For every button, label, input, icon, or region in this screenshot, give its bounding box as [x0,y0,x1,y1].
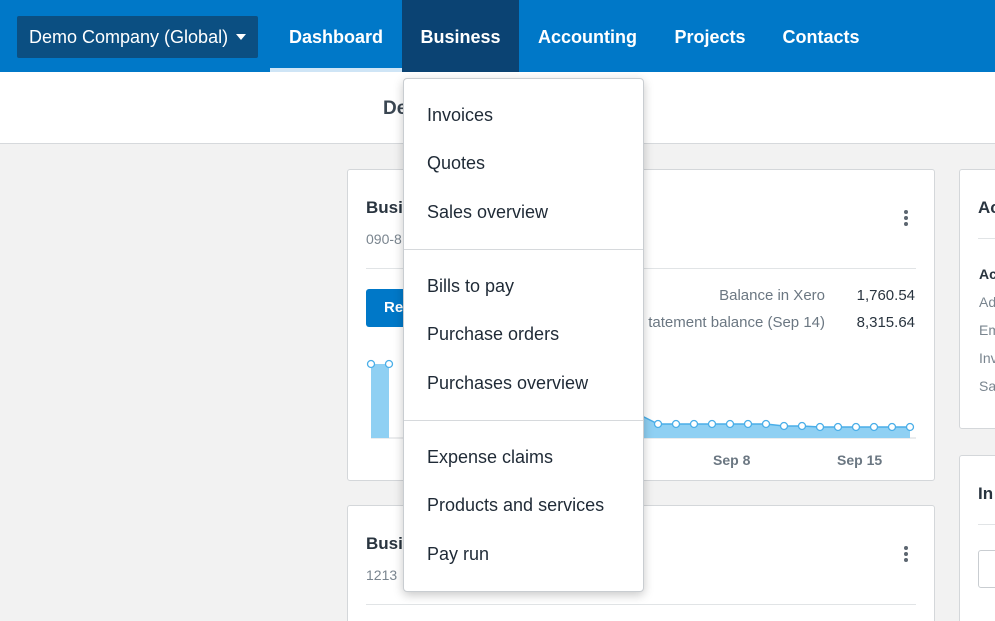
section-heading: Ac [979,266,995,282]
chart-point [851,422,861,432]
chart-point [887,422,897,432]
chart-point [761,419,771,429]
account-row[interactable]: Ad [979,294,995,310]
menu-item-products-and-services[interactable]: Products and services [427,495,604,516]
bank-account-number: 1213 [366,567,398,583]
chart-point [815,422,825,432]
card-divider [978,238,995,239]
chart-point [366,359,376,369]
organisation-switcher-button[interactable]: Demo Company (Global) [17,16,258,58]
chart-point [384,359,394,369]
nav-business[interactable]: Business [402,0,519,72]
menu-item-purchases-overview[interactable]: Purchases overview [427,373,588,394]
menu-item-pay-run[interactable]: Pay run [427,544,489,565]
chart-point [797,421,807,431]
chart-axis-label: Sep 15 [837,452,883,468]
top-navigation-bar: Demo Company (Global) Dashboard Business… [0,0,995,72]
menu-item-purchase-orders[interactable]: Purchase orders [427,324,559,345]
chart-point [725,419,735,429]
card-divider [978,524,995,525]
chart-point [833,422,843,432]
menu-item-sales-overview[interactable]: Sales overview [427,202,548,223]
account-row[interactable]: Inv [979,350,995,366]
menu-item-quotes[interactable]: Quotes [427,153,485,174]
menu-item-expense-claims[interactable]: Expense claims [427,447,553,468]
chart-area [371,364,389,438]
menu-item-invoices[interactable]: Invoices [427,105,493,126]
menu-separator [404,249,643,250]
chart-point [743,419,753,429]
chart-point [779,421,789,431]
chart-point [707,419,717,429]
chart-point [905,422,915,432]
chart-point [869,422,879,432]
account-row[interactable]: Sa [979,378,995,394]
nav-projects[interactable]: Projects [656,0,764,72]
account-row[interactable]: Em [979,322,995,338]
chart-point [689,419,699,429]
business-dropdown-menu: Invoices Quotes Sales overview Bills to … [403,78,644,592]
card-title: In [978,484,994,503]
more-options-icon[interactable] [904,546,908,562]
account-watchlist-card: Ac Ac Ad Em Inv Sa [959,169,995,429]
organisation-name: Demo Company (Global) [29,26,229,47]
caret-down-icon [236,34,247,40]
chart-point [653,419,663,429]
invoices-card: In [959,455,995,621]
bank-account-title[interactable]: Busi [366,534,403,554]
nav-accounting[interactable]: Accounting [519,0,656,72]
menu-item-bills-to-pay[interactable]: Bills to pay [427,276,514,297]
card-divider [366,604,916,605]
nav-dashboard[interactable]: Dashboard [270,0,402,72]
card-title: Ac [978,198,995,217]
nav-contacts[interactable]: Contacts [764,0,878,72]
chart-axis-label: Sep 8 [713,452,751,468]
menu-separator [404,420,643,421]
new-invoice-button[interactable] [978,550,995,588]
chart-point [671,419,681,429]
